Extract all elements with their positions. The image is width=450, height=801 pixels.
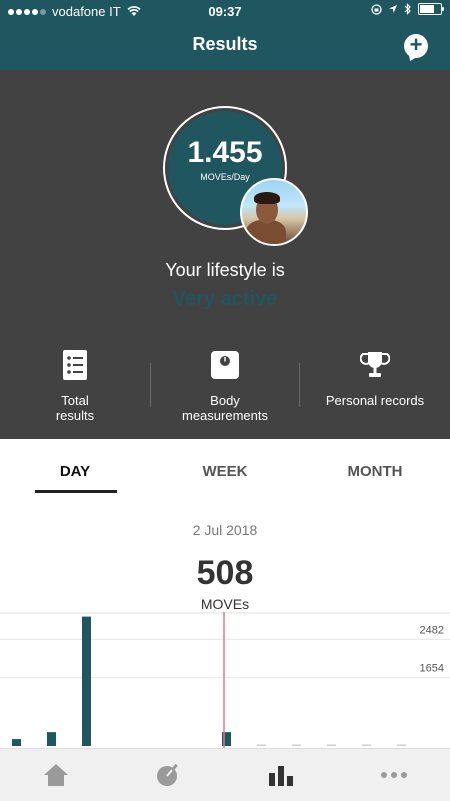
- top-bar: vodafone IT 09:37 Results +: [0, 0, 450, 70]
- daily-moves-chart[interactable]: 2482 1654: [0, 612, 450, 750]
- results-chart-icon: [269, 766, 293, 786]
- daily-moves-score: 1.455: [187, 136, 263, 169]
- page-title: Results: [192, 34, 258, 54]
- avatar[interactable]: [240, 178, 308, 246]
- selected-date: 2 Jul 2018: [192, 522, 258, 538]
- chart-y-tick-label: 2482: [420, 624, 444, 636]
- body-measurements-label-2: measurements: [182, 408, 268, 423]
- battery-icon: [418, 3, 444, 15]
- trophy-icon: [360, 352, 390, 377]
- scale-icon: [211, 351, 239, 379]
- period-tabs: DAY WEEK MONTH: [0, 439, 450, 495]
- total-results-label-2: results: [55, 408, 95, 423]
- personal-records-button[interactable]: Personal records: [300, 345, 450, 439]
- chart-bar: [257, 744, 266, 746]
- body-measurements-button[interactable]: Body measurements: [150, 345, 300, 439]
- timer-icon: [157, 763, 178, 786]
- nav-home[interactable]: [0, 749, 112, 801]
- personal-records-label: Personal records: [325, 393, 425, 408]
- more-icon: [381, 772, 407, 778]
- tab-week[interactable]: WEEK: [150, 463, 300, 480]
- tab-month[interactable]: MONTH: [300, 463, 450, 480]
- body-measurements-label-1: Body: [210, 393, 240, 408]
- chart-bar: [292, 744, 301, 746]
- moves-value: 508: [196, 554, 254, 592]
- results-actions: Total results Body measurements Personal…: [0, 345, 450, 439]
- location-icon: [389, 5, 397, 13]
- chart-bar: [82, 616, 91, 746]
- chart-bar: [397, 744, 406, 746]
- nav-more[interactable]: [338, 749, 450, 801]
- lifestyle-label: Your lifestyle is: [165, 260, 285, 280]
- home-icon: [44, 764, 68, 786]
- lifestyle-value: Very active: [172, 288, 278, 310]
- list-icon: [63, 350, 87, 380]
- add-comment-icon[interactable]: +: [404, 34, 428, 58]
- nav-results[interactable]: [225, 749, 337, 801]
- total-results-button[interactable]: Total results: [0, 345, 150, 439]
- bottom-nav: [0, 748, 450, 801]
- nav-timer[interactable]: [112, 749, 224, 801]
- moves-unit: MOVEs: [200, 596, 250, 612]
- chart-bar: [12, 739, 21, 746]
- lifestyle-summary: 1.455 MOVEs/Day Your lifestyle is Very a…: [0, 70, 450, 439]
- tab-day[interactable]: DAY: [0, 463, 150, 480]
- chart-bar: [47, 732, 56, 746]
- chart-bar: [362, 744, 371, 746]
- rotation-lock-icon: [371, 3, 382, 15]
- status-bar: vodafone IT 09:37: [0, 0, 450, 24]
- total-results-label-1: Total: [61, 393, 89, 408]
- active-tab-indicator: [35, 490, 117, 493]
- chart-y-tick-label: 1654: [420, 663, 444, 675]
- bluetooth-icon: [404, 3, 411, 15]
- chart-bar: [327, 744, 336, 746]
